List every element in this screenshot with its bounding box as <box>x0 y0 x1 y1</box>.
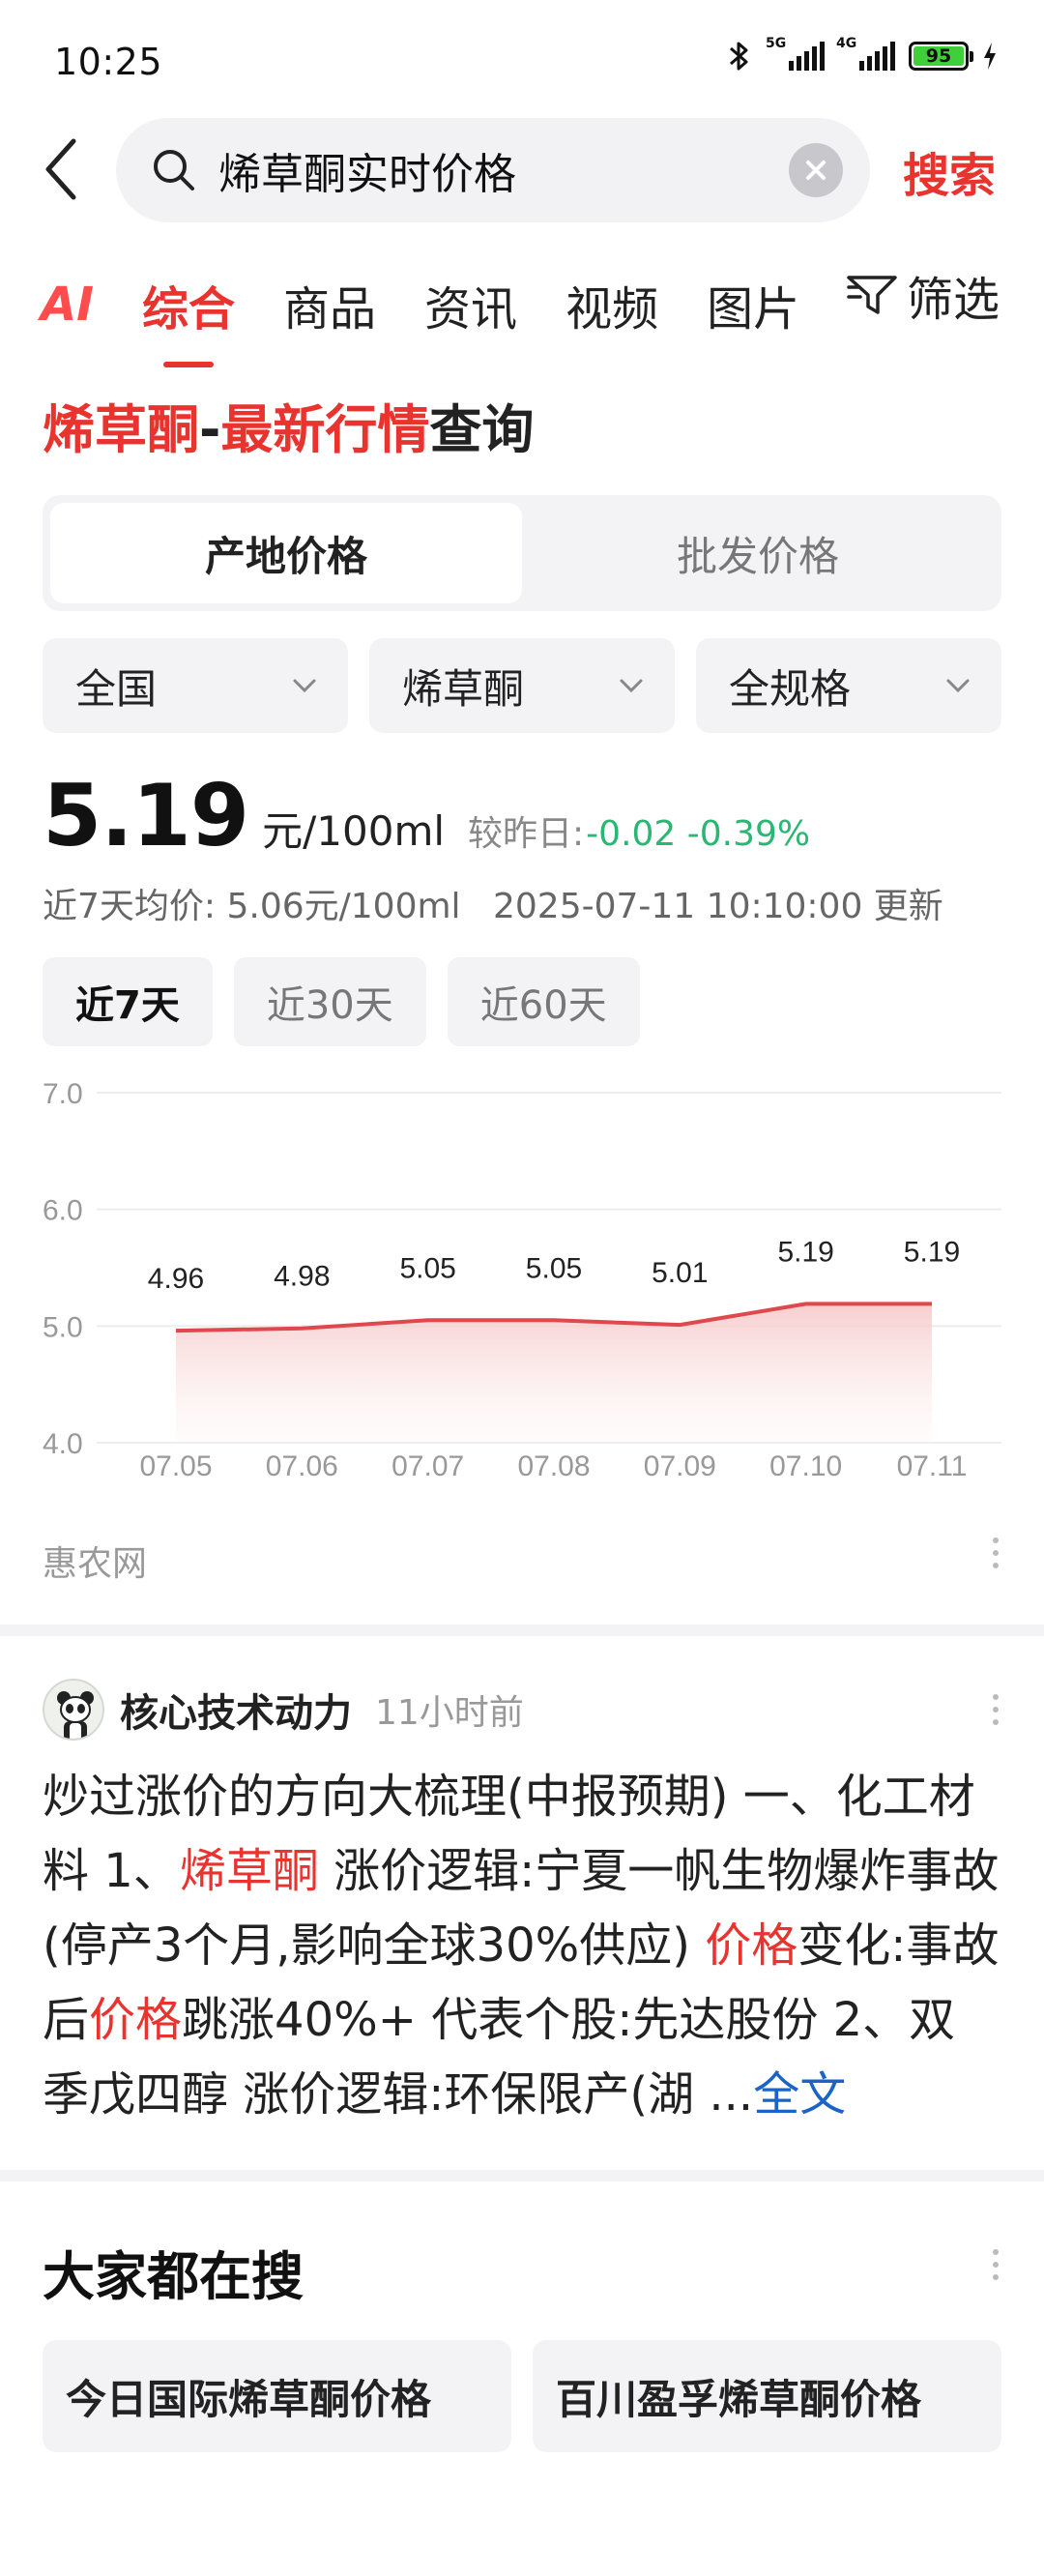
x-tick-label: 07.07 <box>392 1450 464 1482</box>
data-label: 5.05 <box>399 1252 455 1284</box>
filter-button[interactable]: 筛选 <box>847 261 1000 329</box>
search-input[interactable]: 烯草酮实时价格 <box>116 118 870 222</box>
post-highlight: 烯草酮 <box>179 1844 319 1898</box>
post-header: 核心技术动力 11小时前 <box>43 1679 524 1741</box>
data-label: 4.98 <box>274 1261 330 1293</box>
range-30d-button[interactable]: 近30天 <box>233 957 426 1046</box>
tab-news[interactable]: 资讯 <box>424 271 517 338</box>
segment-origin-price[interactable]: 产地价格 <box>50 503 522 603</box>
signal-5g-icon: 5G <box>766 36 825 71</box>
title-sep: - <box>199 399 221 460</box>
section-divider <box>0 2170 1044 2181</box>
tab-videos[interactable]: 视频 <box>566 271 658 338</box>
region-dropdown[interactable]: 全国 <box>43 638 348 733</box>
x-tick-label: 07.11 <box>897 1450 968 1482</box>
section-divider <box>0 1625 1044 1636</box>
filter-label: 筛选 <box>906 273 1000 327</box>
post-author[interactable]: 核心技术动力 <box>120 1682 352 1738</box>
hot-search-list: 今日国际烯草酮价格 百川盈孚烯草酮价格 <box>43 2340 1001 2452</box>
avatar[interactable] <box>43 1679 104 1741</box>
tab-products[interactable]: 商品 <box>283 271 376 338</box>
data-label: 5.19 <box>777 1236 833 1268</box>
current-price: 5.19 <box>43 766 249 865</box>
bluetooth-icon <box>730 42 748 71</box>
tab-all[interactable]: 综合 <box>142 271 235 367</box>
hot-search-title: 大家都在搜 <box>43 2246 304 2307</box>
y-tick-label: 6.0 <box>43 1195 83 1227</box>
post-highlight: 价格 <box>705 1918 798 1973</box>
price-chart: 7.0 6.0 5.0 4.0 4.96 07.05 4.98 07.06 5.05 07.07… <box>43 1078 1001 1482</box>
back-button[interactable] <box>43 135 97 203</box>
battery-level: 95 <box>914 45 964 67</box>
data-label: 5.01 <box>652 1257 708 1289</box>
spec-dropdown[interactable]: 全规格 <box>696 638 1001 733</box>
panda-avatar-icon <box>57 1691 94 1739</box>
post-highlight: 价格 <box>89 1993 183 2047</box>
title-market: 最新行情 <box>220 399 430 460</box>
filter-icon <box>847 276 897 314</box>
compare-label: 较昨日: <box>468 814 585 854</box>
read-more-link[interactable]: 全文 <box>753 2067 846 2122</box>
chart-area-fill <box>176 1303 932 1443</box>
product-dropdown[interactable]: 烯草酮 <box>369 638 675 733</box>
x-tick-label: 07.05 <box>139 1450 212 1482</box>
page-title: 烯草酮-最新行情查询 <box>43 387 534 463</box>
chevron-down-icon <box>293 679 316 693</box>
x-tick-label: 07.10 <box>769 1450 842 1482</box>
post-content[interactable]: 炒过涨价的方向大梳理(中报预期) 一、化工材料 1、烯草酮 涨价逻辑:宁夏一帆生… <box>43 1760 1001 2132</box>
search-button[interactable]: 搜索 <box>903 137 996 205</box>
price-change: -0.02 -0.39% <box>586 814 811 854</box>
close-icon <box>806 161 826 180</box>
range-60d-button[interactable]: 近60天 <box>447 957 640 1046</box>
tab-images[interactable]: 图片 <box>707 271 799 338</box>
status-icons: 5G 4G 95 <box>725 36 998 73</box>
y-tick-label: 5.0 <box>43 1311 83 1343</box>
segment-wholesale-price[interactable]: 批发价格 <box>522 503 994 603</box>
y-tick-label: 4.0 <box>43 1428 83 1460</box>
x-tick-label: 07.06 <box>266 1450 338 1482</box>
more-icon[interactable] <box>984 1694 1007 1725</box>
title-product: 烯草酮 <box>43 399 199 460</box>
x-tick-label: 07.08 <box>517 1450 590 1482</box>
search-query[interactable]: 烯草酮实时价格 <box>218 139 789 201</box>
update-time: 2025-07-11 10:10:00 更新 <box>493 887 943 926</box>
range-selector: 近7天 近30天 近60天 <box>43 957 640 1046</box>
signal-4g-icon: 4G <box>836 36 895 71</box>
x-tick-label: 07.09 <box>644 1450 716 1482</box>
chevron-down-icon <box>620 679 643 693</box>
hot-search-item[interactable]: 百川盈孚烯草酮价格 <box>533 2340 1001 2452</box>
price-meta: 近7天均价: 5.06元/100ml 2025-07-11 10:10:00 更… <box>43 878 943 928</box>
price-unit: 元/100ml <box>262 807 446 855</box>
chevron-left-icon <box>45 138 76 200</box>
chevron-down-icon <box>946 679 970 693</box>
status-time: 10:25 <box>54 41 163 83</box>
charging-icon <box>984 43 996 70</box>
price-summary: 5.19 元/100ml 较昨日: -0.02 -0.39% <box>43 766 810 865</box>
data-label: 5.19 <box>904 1236 960 1268</box>
range-7d-button[interactable]: 近7天 <box>43 957 213 1046</box>
avg-price: 近7天均价: 5.06元/100ml <box>43 887 461 926</box>
data-label: 4.96 <box>148 1263 204 1295</box>
post-time: 11小时前 <box>375 1693 524 1733</box>
product-value: 烯草酮 <box>402 664 525 713</box>
search-icon <box>154 150 194 190</box>
tab-ai[interactable]: AI <box>41 278 94 332</box>
hot-search-item[interactable]: 今日国际烯草酮价格 <box>43 2340 511 2452</box>
data-label: 5.05 <box>526 1252 582 1284</box>
more-icon[interactable] <box>984 2249 1007 2280</box>
region-value: 全国 <box>75 664 158 713</box>
spec-value: 全规格 <box>729 664 852 713</box>
price-type-segment: 产地价格 批发价格 <box>43 495 1001 611</box>
filter-dropdowns: 全国 烯草酮 全规格 <box>43 638 1001 733</box>
data-source: 惠农网 <box>43 1544 148 1584</box>
title-query: 查询 <box>429 399 535 460</box>
battery-icon: 95 <box>909 42 973 71</box>
y-tick-label: 7.0 <box>43 1078 83 1110</box>
clear-button[interactable] <box>789 143 843 197</box>
more-icon[interactable] <box>984 1537 1007 1568</box>
